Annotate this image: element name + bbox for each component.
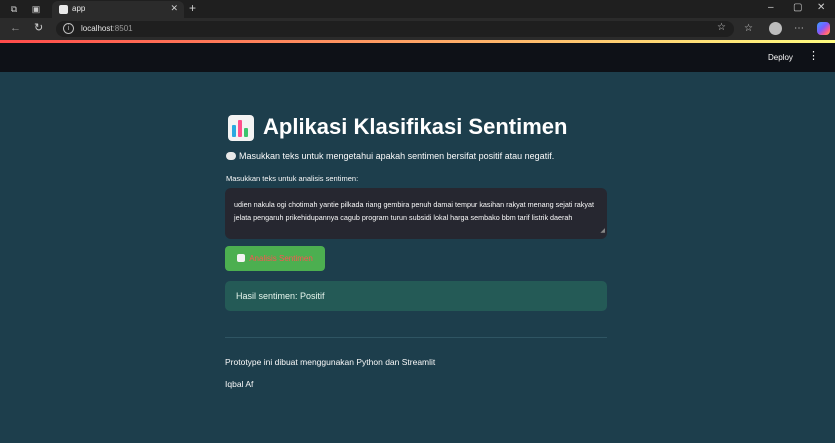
result-alert: Hasil sentimen: Positif	[225, 281, 607, 311]
result-text: Hasil sentimen: Positif	[236, 291, 325, 301]
tab-title: app	[72, 4, 86, 13]
divider	[225, 337, 607, 338]
page-title: Aplikasi Klasifikasi Sentimen	[263, 114, 568, 139]
bar-chart-icon	[228, 115, 254, 141]
maximize-button[interactable]: ▢	[793, 2, 802, 14]
back-icon[interactable]: ←	[10, 22, 21, 35]
url-host: localhost	[81, 24, 113, 33]
new-tab-button[interactable]: +	[189, 2, 196, 14]
copilot-icon[interactable]	[817, 22, 830, 35]
speech-bubble-icon	[226, 152, 236, 160]
tab-actions-icon[interactable]: ▣	[30, 3, 42, 15]
intro-label: Masukkan teks untuk mengetahui apakah se…	[239, 151, 555, 161]
favorites-icon[interactable]: ☆	[744, 22, 753, 35]
footer-author: Iqbal Af	[225, 379, 254, 389]
text-input-label: Masukkan teks untuk analisis sentimen:	[226, 174, 359, 183]
deploy-button[interactable]: Deploy	[768, 53, 793, 62]
url-port: :8501	[112, 24, 133, 33]
address-bar-row: ← ↻ i localhost:8501 ☆ ☆ ⋯	[0, 18, 835, 40]
address-bar[interactable]: i localhost:8501 ☆	[56, 21, 734, 37]
tab-close-icon[interactable]: ✕	[170, 3, 178, 14]
analyze-button[interactable]: Analisis Sentimen	[225, 246, 325, 271]
sentiment-text-area[interactable]: udien nakula ogi chotimah yantie pilkada…	[225, 188, 607, 239]
main-menu-icon[interactable]: ⋮	[808, 51, 819, 62]
workspaces-icon[interactable]: ⧉	[8, 3, 20, 15]
close-window-button[interactable]: ✕	[817, 2, 825, 14]
minimize-button[interactable]: –	[768, 2, 774, 14]
browser-tab-strip: ⧉ ▣ app ✕ + – ▢ ✕	[0, 0, 835, 18]
app-header: Deploy ⋮	[0, 43, 835, 72]
footer-credit: Prototype ini dibuat menggunakan Python …	[225, 357, 436, 367]
more-options-icon[interactable]: ⋯	[794, 22, 804, 35]
resize-handle-icon[interactable]: ◢	[600, 225, 605, 238]
favicon-icon	[59, 5, 68, 14]
text-area-value: udien nakula ogi chotimah yantie pilkada…	[234, 200, 594, 222]
profile-avatar-icon[interactable]	[769, 22, 782, 35]
url-text[interactable]: localhost:8501	[81, 24, 133, 33]
rocket-icon	[237, 254, 246, 262]
analyze-button-label: Analisis Sentimen	[249, 254, 313, 263]
intro-text: Masukkan teks untuk mengetahui apakah se…	[226, 151, 554, 161]
browser-tab[interactable]: app ✕	[52, 1, 184, 18]
favorite-star-icon[interactable]: ☆	[717, 22, 726, 33]
reload-icon[interactable]: ↻	[34, 22, 43, 35]
site-info-icon[interactable]: i	[63, 23, 74, 34]
app-main: Aplikasi Klasifikasi Sentimen Masukkan t…	[0, 72, 835, 443]
